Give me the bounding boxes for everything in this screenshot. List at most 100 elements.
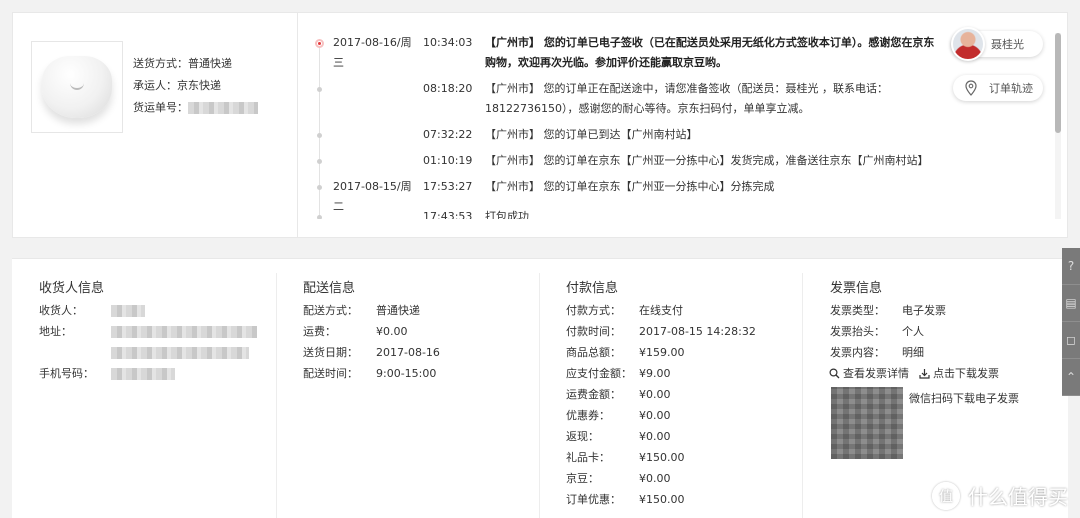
- payment-key: 商品总额：: [566, 346, 621, 359]
- payment-row: 订单优惠： ¥150.00: [566, 489, 685, 510]
- timeline-message: 【广州市】 您的订单已到达【广州南村站】: [485, 128, 698, 141]
- payment-value: ¥150.00: [639, 493, 685, 506]
- shipping-info: 送货方式： 普通快递 承运人： 京东快递 货运单号：: [133, 53, 258, 119]
- payment-title: 付款信息: [566, 281, 619, 296]
- receiver-title: 收货人信息: [39, 281, 105, 296]
- ship-method-value: 普通快递: [188, 57, 232, 70]
- timeline-time: 17:53:27: [423, 180, 473, 193]
- timeline-time: 17:43:53: [423, 210, 473, 219]
- ship-method-label: 送货方式：: [133, 57, 188, 70]
- receiver-phone-blurred: [111, 368, 175, 380]
- divider: [297, 13, 298, 237]
- document-icon[interactable]: ▤: [1062, 285, 1080, 322]
- timeline-time: 10:34:03: [423, 36, 473, 49]
- timeline-time: 07:32:22: [423, 128, 473, 141]
- delivery-key: 配送方式：: [303, 304, 358, 317]
- receiver-address-row: 地址：: [39, 321, 257, 342]
- receiver-address-blurred: [111, 326, 257, 338]
- courier-button[interactable]: 聂桂光: [951, 27, 1043, 61]
- delivery-row: 送货日期： 2017-08-16: [303, 342, 440, 363]
- watermark-text: 什么值得买: [968, 485, 1068, 509]
- invoice-row: 发票内容： 明细: [830, 342, 924, 363]
- payment-key: 京豆：: [566, 472, 599, 485]
- receiver-name-label: 收货人：: [39, 304, 83, 317]
- invoice-qr-code-blurred: [831, 387, 903, 459]
- timeline-date: 2017-08-16/周三: [333, 36, 412, 69]
- payment-row: 商品总额： ¥159.00: [566, 342, 685, 363]
- courier-name: 聂桂光: [991, 38, 1024, 51]
- receiver-address-row-2: [111, 342, 249, 359]
- timeline-message: 【广州市】 您的订单正在配送途中，请您准备签收（配送员：聂桂光 ，联系电话：18…: [485, 82, 888, 115]
- scrollbar-thumb[interactable]: [1055, 33, 1061, 133]
- payment-value: ¥0.00: [639, 409, 671, 422]
- timeline-dot: [317, 87, 322, 92]
- receiver-address-label: 地址：: [39, 325, 72, 338]
- delivery-row: 配送方式： 普通快递: [303, 300, 420, 321]
- delivery-key: 运费：: [303, 325, 336, 338]
- download-icon: [919, 369, 930, 379]
- chat-icon[interactable]: ◻: [1062, 322, 1080, 359]
- timeline-dot: [317, 185, 322, 190]
- receiver-phone-label: 手机号码：: [39, 367, 94, 380]
- payment-value: ¥159.00: [639, 346, 685, 359]
- payment-row: 运费金额： ¥0.00: [566, 384, 671, 405]
- qr-caption: 微信扫码下载电子发票: [909, 392, 1019, 405]
- payment-value: ¥0.00: [639, 430, 671, 443]
- payment-key: 运费金额：: [566, 388, 621, 401]
- timeline-date: 2017-08-15/周二: [333, 180, 412, 213]
- help-icon[interactable]: ?: [1062, 248, 1080, 285]
- payment-key: 付款时间：: [566, 325, 621, 338]
- back-to-top-icon[interactable]: ⌃: [1062, 359, 1080, 396]
- payment-value: 在线支付: [639, 304, 683, 317]
- delivery-title: 配送信息: [303, 281, 356, 296]
- invoice-value: 明细: [902, 346, 924, 359]
- download-invoice-label: 点击下载发票: [933, 367, 999, 380]
- payment-key: 订单优惠：: [566, 493, 621, 506]
- timeline-scrollbar[interactable]: [1055, 33, 1061, 219]
- order-track-button[interactable]: 订单轨迹: [953, 75, 1043, 101]
- receiver-address-blurred-2: [111, 347, 249, 359]
- payment-row: 返现： ¥0.00: [566, 426, 671, 447]
- receiver-name-blurred: [111, 305, 145, 317]
- download-invoice-link[interactable]: 点击下载发票: [919, 363, 999, 384]
- payment-key: 优惠券：: [566, 409, 610, 422]
- invoice-key: 发票抬头：: [830, 325, 885, 338]
- timeline-dot: [317, 133, 322, 138]
- delivery-key: 配送时间：: [303, 367, 358, 380]
- payment-row: 付款方式： 在线支付: [566, 300, 683, 321]
- carrier-label: 承运人：: [133, 79, 177, 92]
- receiver-section: 收货人信息 收货人： 地址： 手机号码：: [12, 259, 276, 518]
- payment-value: ¥0.00: [639, 388, 671, 401]
- payment-row: 礼品卡： ¥150.00: [566, 447, 685, 468]
- courier-avatar: [951, 27, 985, 61]
- invoice-section: 发票信息 发票类型： 电子发票 发票抬头： 个人 发票内容： 明细 查看发票详情 点击…: [802, 259, 1068, 518]
- delivery-value: ¥0.00: [376, 325, 408, 338]
- delivery-value: 普通快递: [376, 304, 420, 317]
- view-invoice-link[interactable]: 查看发票详情: [829, 363, 909, 384]
- payment-section: 付款信息 付款方式： 在线支付 付款时间： 2017-08-15 14:28:32 …: [539, 259, 802, 518]
- carrier-value: 京东快递: [177, 79, 221, 92]
- invoice-links: 查看发票详情 点击下载发票: [829, 363, 999, 384]
- delivery-section: 配送信息 配送方式： 普通快递 运费： ¥0.00 送货日期： 2017-08-16 …: [276, 259, 539, 518]
- timeline-dot: [317, 159, 322, 164]
- timeline-message: 打包成功: [485, 210, 529, 219]
- payment-value: ¥150.00: [639, 451, 685, 464]
- invoice-value: 个人: [902, 325, 924, 338]
- invoice-key: 发票内容：: [830, 346, 885, 359]
- delivery-key: 送货日期：: [303, 346, 358, 359]
- delivery-row: 配送时间： 9:00-15:00: [303, 363, 436, 384]
- logistics-card: 送货方式： 普通快递 承运人： 京东快递 货运单号： 2017-08-16/周三 1…: [12, 12, 1068, 238]
- floating-toolbar: ? ▤ ◻ ⌃: [1062, 248, 1080, 396]
- payment-value: ¥9.00: [639, 367, 671, 380]
- timeline-axis: [319, 43, 320, 219]
- invoice-title: 发票信息: [830, 281, 883, 296]
- receiver-phone-row: 手机号码：: [39, 363, 175, 384]
- payment-key: 应支付金额：: [566, 367, 632, 380]
- payment-key: 付款方式：: [566, 304, 621, 317]
- product-thumbnail[interactable]: [31, 41, 123, 133]
- receiver-name-row: 收货人：: [39, 300, 145, 321]
- order-info-panel: 收货人信息 收货人： 地址： 手机号码： 配送信息 配送方式： 普通快递 运费： ¥…: [12, 258, 1068, 518]
- payment-key: 返现：: [566, 430, 599, 443]
- order-track-label: 订单轨迹: [989, 82, 1033, 95]
- payment-value: 2017-08-15 14:28:32: [639, 325, 756, 338]
